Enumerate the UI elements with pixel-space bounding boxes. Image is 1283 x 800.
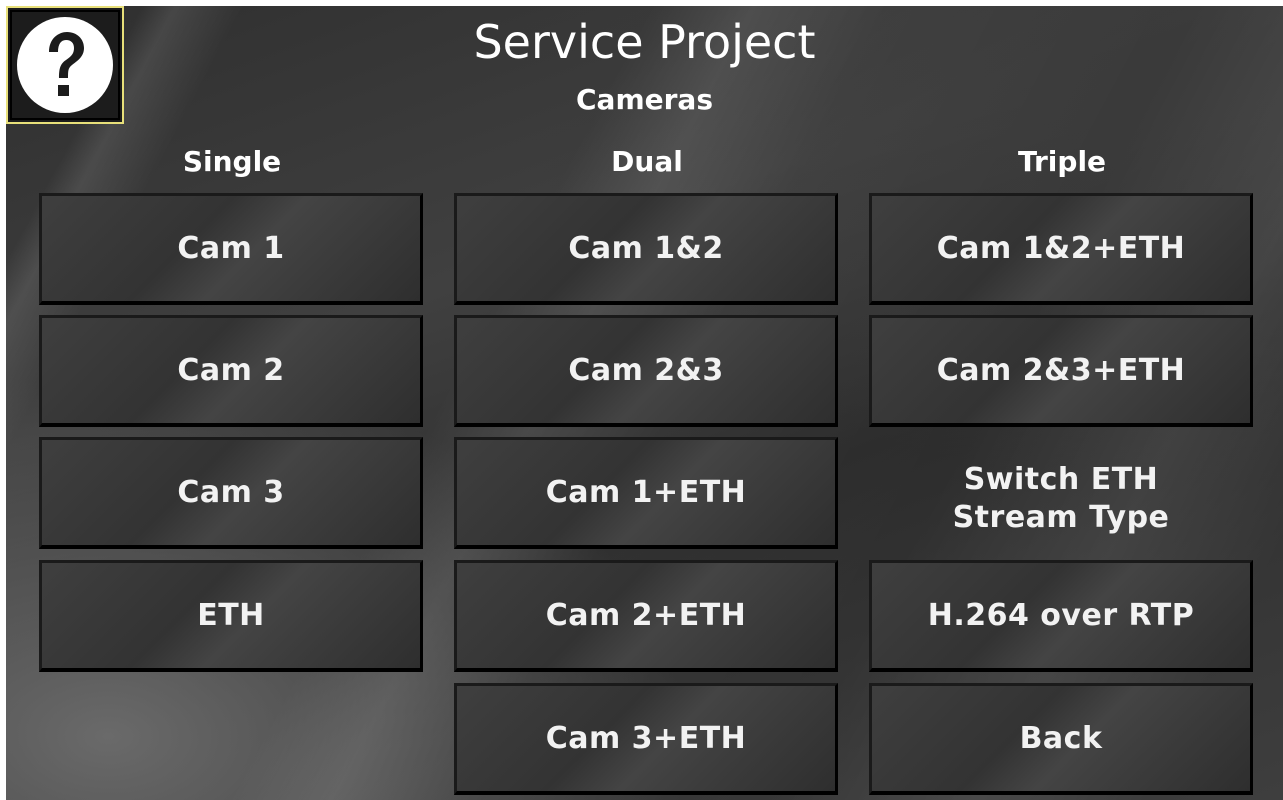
switch-label-line-2: Stream Type: [952, 500, 1170, 535]
column-heading-single: Single: [182, 145, 282, 178]
page-title: Service Project: [473, 15, 816, 69]
back-button[interactable]: Back: [869, 683, 1253, 795]
eth-button[interactable]: ETH: [39, 560, 423, 672]
cam-2-eth-button[interactable]: Cam 2+ETH: [454, 560, 838, 672]
cam-1-button[interactable]: Cam 1: [39, 193, 423, 305]
page-subtitle: Cameras: [576, 83, 713, 116]
cam-2-button[interactable]: Cam 2: [39, 315, 423, 427]
screen: Service Project Cameras Single Dual Trip…: [6, 6, 1283, 800]
cam-3-button[interactable]: Cam 3: [39, 437, 423, 549]
switch-label-line-1: Switch ETH: [963, 462, 1159, 497]
column-heading-triple: Triple: [1017, 145, 1107, 178]
stream-type-button[interactable]: H.264 over RTP: [869, 560, 1253, 672]
cam-1-2-button[interactable]: Cam 1&2: [454, 193, 838, 305]
switch-eth-stream-type-button[interactable]: Switch ETH Stream Type: [869, 443, 1253, 555]
cam-2-3-button[interactable]: Cam 2&3: [454, 315, 838, 427]
cam-1-eth-button[interactable]: Cam 1+ETH: [454, 437, 838, 549]
column-heading-dual: Dual: [611, 145, 683, 178]
cam-3-eth-button[interactable]: Cam 3+ETH: [454, 683, 838, 795]
cam-1-2-eth-button[interactable]: Cam 1&2+ETH: [869, 193, 1253, 305]
cam-2-3-eth-button[interactable]: Cam 2&3+ETH: [869, 315, 1253, 427]
